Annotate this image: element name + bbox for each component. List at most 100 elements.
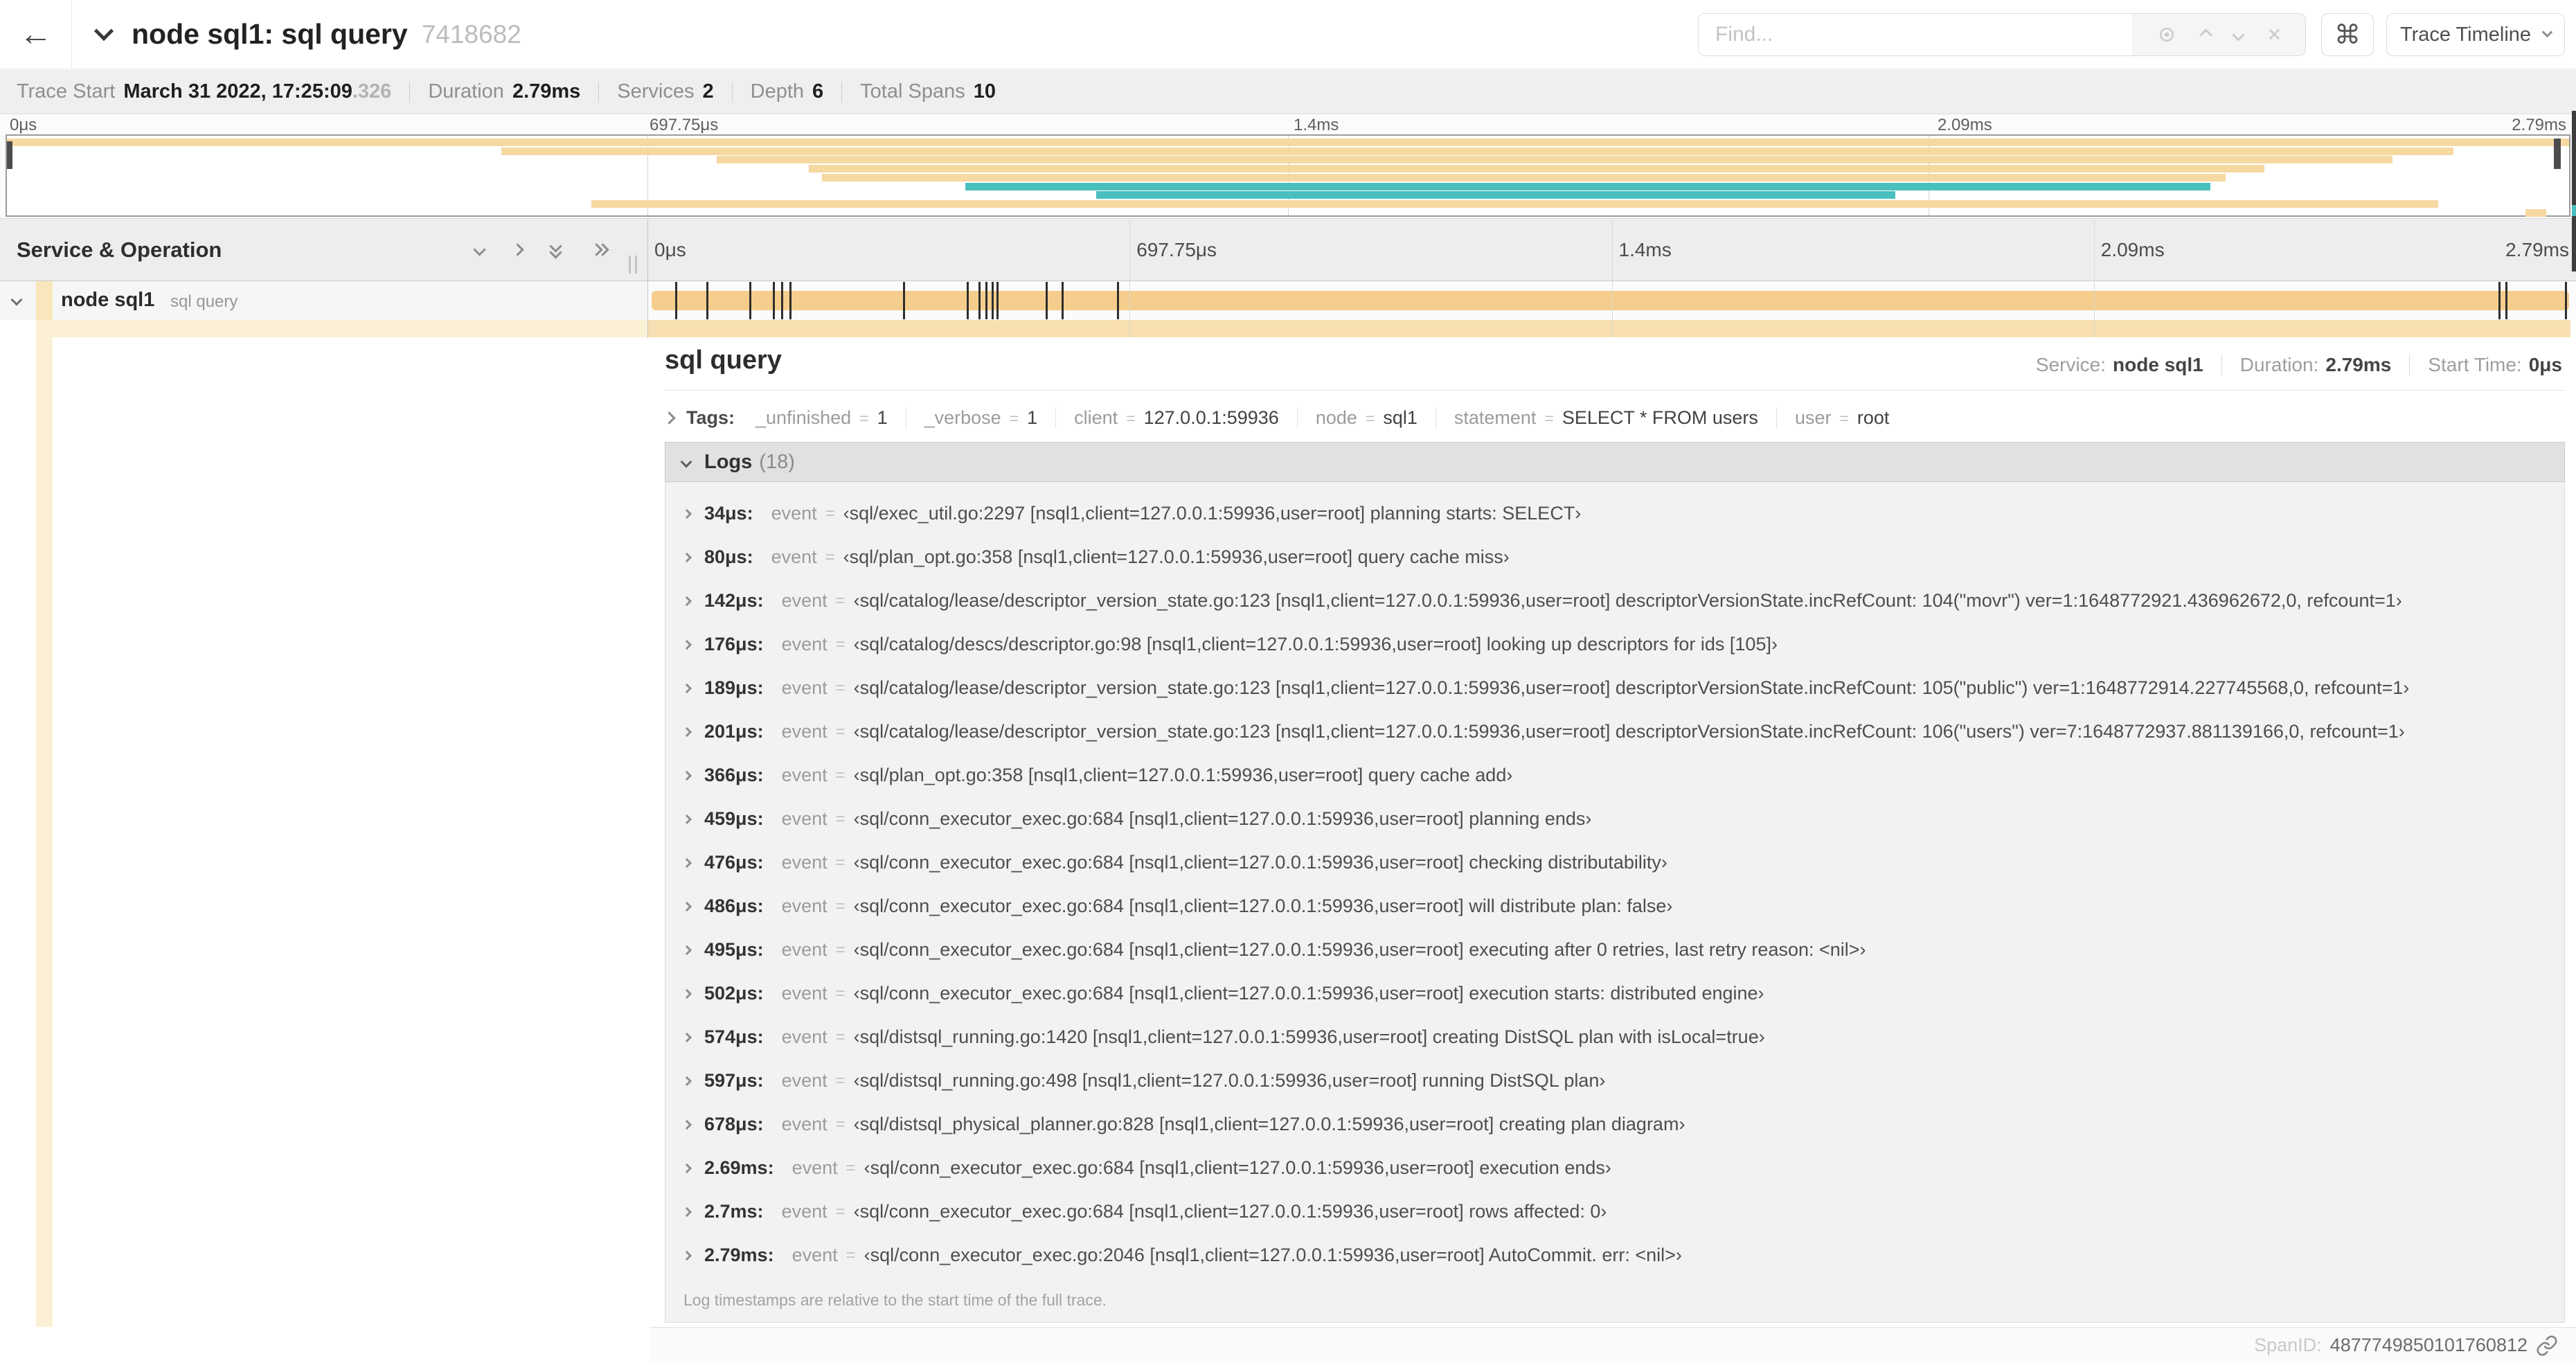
chevron-down-icon[interactable] (93, 21, 114, 41)
log-equals: = (835, 722, 846, 741)
log-entry-row[interactable]: 597μs: event = ‹sql/distsql_running.go:498 … (665, 1059, 2564, 1103)
keyboard-shortcuts-button[interactable]: ⌘ (2321, 13, 2374, 56)
view-selector-button[interactable]: Trace Timeline (2386, 13, 2565, 56)
trace-stat-item: Trace Start March 31 2022, 17:25:09.326 (17, 80, 391, 103)
log-key: event (771, 503, 817, 524)
tag-item[interactable]: statement = SELECT * FROM users (1436, 407, 1777, 429)
chevron-right-icon (681, 901, 692, 911)
tag-equals: = (1126, 409, 1136, 427)
find-input[interactable] (1699, 14, 2132, 55)
right-edge-scrubber[interactable] (2572, 111, 2576, 271)
log-entry-row[interactable]: 2.69ms: event = ‹sql/conn_executor_exec.go:… (665, 1146, 2564, 1190)
log-equals: = (835, 1027, 846, 1046)
tag-key: node (1315, 407, 1357, 428)
log-equals: = (835, 1071, 846, 1090)
log-entry-row[interactable]: 476μs: event = ‹sql/conn_executor_exec.go:6… (665, 841, 2564, 884)
minimap-span-bar (2525, 208, 2546, 217)
log-value: ‹sql/catalog/lease/descriptor_version_st… (853, 677, 2410, 698)
log-timestamp: 476μs: (704, 852, 764, 873)
log-entry-row[interactable]: 574μs: event = ‹sql/distsql_running.go:1420… (665, 1015, 2564, 1059)
log-entry-row[interactable]: 2.7ms: event = ‹sql/conn_executor_exec.go:6… (665, 1190, 2564, 1233)
log-marker-tick (772, 282, 775, 319)
timeline-gridline (2093, 218, 2095, 337)
tag-item[interactable]: _verbose = 1 (906, 407, 1057, 429)
tags-label: Tags: (686, 407, 735, 428)
log-key: event (781, 721, 828, 742)
log-equals: = (846, 1158, 856, 1177)
log-value: ‹sql/plan_opt.go:358 [nsql1,client=127.0… (843, 546, 1510, 567)
log-entry-row[interactable]: 502μs: event = ‹sql/conn_executor_exec.go:6… (665, 972, 2564, 1015)
ruler-tick-label: 2.79ms (2505, 238, 2569, 260)
log-timestamp: 142μs: (704, 590, 764, 611)
log-entry-row[interactable]: 366μs: event = ‹sql/plan_opt.go:358 [nsql1,… (665, 754, 2564, 797)
logs-header[interactable]: Logs (18) (665, 442, 2565, 482)
stat-separator (841, 81, 843, 103)
minimap-right-scrubber[interactable] (2554, 139, 2561, 169)
chevron-down-icon[interactable] (10, 294, 23, 306)
stat-value-extra: .326 (352, 80, 392, 103)
log-entry-row[interactable]: 189μs: event = ‹sql/catalog/lease/descripto… (665, 666, 2564, 710)
log-entry-row[interactable]: 495μs: event = ‹sql/conn_executor_exec.go:6… (665, 928, 2564, 972)
trace-stat-item: Duration 2.79ms (428, 80, 580, 103)
find-controls: × (2132, 14, 2305, 55)
tag-value: root (1857, 407, 1890, 428)
detail-meta: Service: node sql1 Duration: 2.79ms Start Ti… (2036, 354, 2562, 376)
tag-equals: = (1839, 409, 1849, 427)
expand-one-icon[interactable] (511, 243, 524, 256)
span-duration-bar[interactable] (652, 291, 2569, 310)
minimap-span-bar (716, 156, 2392, 164)
chevron-right-icon (681, 596, 692, 606)
collapse-all-icon[interactable] (549, 239, 563, 259)
clear-icon[interactable]: × (2267, 23, 2281, 46)
expand-all-icon[interactable] (590, 243, 609, 256)
minimap-canvas[interactable] (6, 134, 2570, 217)
crosshair-icon[interactable] (2156, 24, 2177, 45)
tag-key: _verbose (924, 407, 1001, 428)
collapse-one-icon[interactable] (473, 243, 486, 256)
find-next-icon[interactable] (2232, 28, 2246, 42)
tag-item[interactable]: node = sql1 (1298, 407, 1436, 429)
collapse-controls (473, 219, 609, 280)
tag-value: SELECT * FROM users (1562, 407, 1758, 428)
log-entry-row[interactable]: 486μs: event = ‹sql/conn_executor_exec.go:6… (665, 884, 2564, 928)
log-entry-row[interactable]: 176μs: event = ‹sql/catalog/descs/descripto… (665, 623, 2564, 666)
log-entry-row[interactable]: 142μs: event = ‹sql/catalog/lease/descripto… (665, 579, 2564, 623)
tag-item[interactable]: client = 127.0.0.1:59936 (1056, 407, 1298, 429)
tag-value: sql1 (1383, 407, 1417, 428)
right-edge-teal-mark (2572, 205, 2576, 216)
log-marker-tick (2505, 282, 2507, 319)
column-divider[interactable] (647, 218, 648, 338)
log-entry-row[interactable]: 80μs: event = ‹sql/plan_opt.go:358 [nsql1,c… (665, 535, 2564, 579)
tags-row[interactable]: Tags: _unfinished = 1 _verbose = 1 client = 127.… (656, 398, 2565, 437)
chevron-right-icon (681, 508, 692, 519)
minimap-left-scrubber[interactable] (7, 141, 12, 169)
minimap-span-bar (1095, 191, 1895, 199)
back-button[interactable]: ← (0, 0, 72, 69)
log-entry-row[interactable]: 459μs: event = ‹sql/conn_executor_exec.go:6… (665, 797, 2564, 841)
column-resizer[interactable] (629, 256, 637, 274)
log-equals: = (835, 678, 846, 697)
stat-label: Total Spans (860, 80, 965, 103)
chevron-right-icon (681, 857, 692, 868)
log-marker-tick (749, 282, 751, 319)
log-equals: = (835, 896, 846, 916)
back-arrow-icon: ← (19, 16, 53, 53)
find-prev-icon[interactable] (2199, 28, 2212, 42)
log-entry-row[interactable]: 34μs: event = ‹sql/exec_util.go:2297 [nsql1… (665, 492, 2564, 535)
log-entry-row[interactable]: 2.79ms: event = ‹sql/conn_executor_exec.go:… (665, 1233, 2564, 1277)
log-value: ‹sql/conn_executor_exec.go:684 [nsql1,cl… (853, 1201, 1607, 1222)
log-value: ‹sql/conn_executor_exec.go:2046 [nsql1,c… (864, 1245, 1682, 1265)
log-value: ‹sql/conn_executor_exec.go:684 [nsql1,cl… (853, 808, 1592, 829)
chevron-right-icon (681, 1076, 692, 1086)
log-entry-row[interactable]: 201μs: event = ‹sql/catalog/lease/descripto… (665, 710, 2564, 754)
tag-item[interactable]: _unfinished = 1 (737, 407, 906, 429)
span-name-cell[interactable]: node sql1 sql query (0, 281, 647, 320)
tag-item[interactable]: user = root (1777, 407, 1908, 429)
minimap-span-bar (965, 182, 2210, 190)
link-icon[interactable] (2536, 1335, 2558, 1357)
chevron-right-icon (681, 1119, 692, 1130)
log-marker-tick (2565, 282, 2568, 319)
minimap-tick-label: 0μs (10, 116, 37, 134)
log-timestamp: 366μs: (704, 765, 764, 785)
log-entry-row[interactable]: 678μs: event = ‹sql/distsql_physical_planne… (665, 1103, 2564, 1146)
